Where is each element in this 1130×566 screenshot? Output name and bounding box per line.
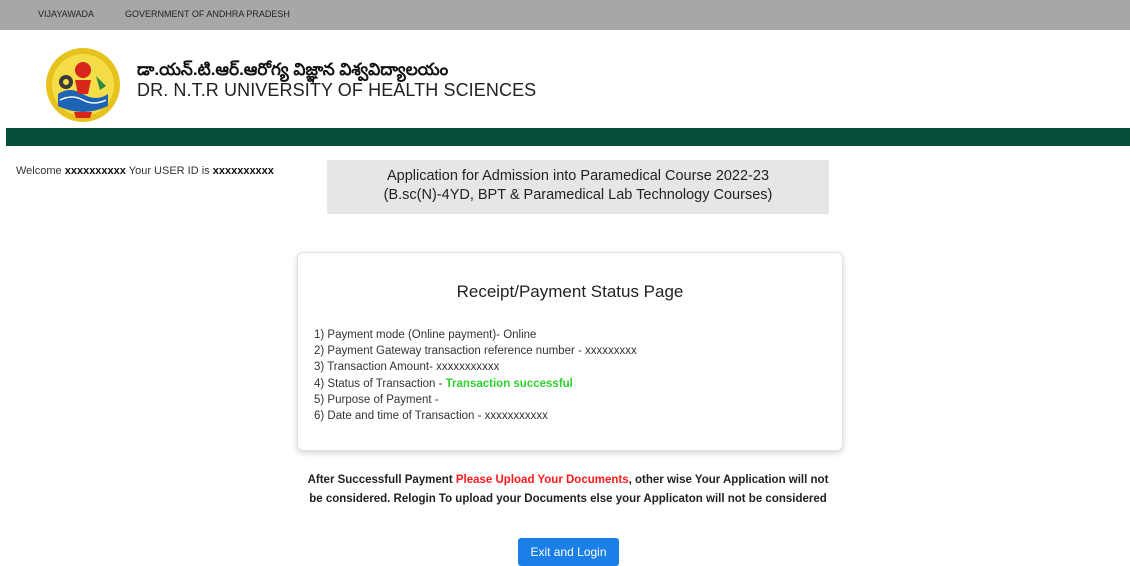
receipt-item-status: 4) Status of Transaction - Transaction s… bbox=[314, 376, 637, 392]
notice-text-before: After Successfull Payment bbox=[307, 474, 456, 486]
welcome-user-name: xxxxxxxxxx bbox=[64, 165, 126, 177]
application-title-box: Application for Admission into Paramedic… bbox=[327, 160, 829, 214]
application-title-line2: (B.sc(N)-4YD, BPT & Paramedical Lab Tech… bbox=[383, 187, 773, 203]
welcome-prefix: Welcome bbox=[16, 165, 62, 177]
notice-highlight: Please Upload Your Documents bbox=[455, 474, 629, 486]
receipt-details-list: 1) Payment mode (Online payment)- Online… bbox=[314, 327, 637, 424]
receipt-item-payment-mode: 1) Payment mode (Online payment)- Online bbox=[314, 329, 537, 341]
receipt-item-purpose: 5) Purpose of Payment - bbox=[314, 393, 439, 406]
welcome-user-id-label: Your USER ID is bbox=[128, 165, 210, 177]
university-name-english: DR. N.T.R UNIVERSITY OF HEALTH SCIENCES bbox=[137, 80, 537, 100]
transaction-status-value: Transaction successful bbox=[445, 377, 573, 390]
receipt-item-reference-number: 2) Payment Gateway transaction reference… bbox=[314, 345, 637, 358]
welcome-user-id: xxxxxxxxxx bbox=[212, 165, 274, 177]
university-logo-icon bbox=[46, 48, 120, 122]
receipt-item-amount: 3) Transaction Amount- xxxxxxxxxxx bbox=[314, 361, 500, 374]
receipt-card: Receipt/Payment Status Page 1) Payment m… bbox=[297, 252, 843, 451]
receipt-status-label: 4) Status of Transaction - bbox=[314, 377, 446, 390]
exit-and-login-button[interactable]: Exit and Login bbox=[518, 538, 619, 566]
receipt-title: Receipt/Payment Status Page bbox=[456, 282, 684, 301]
topbar-government: GOVERNMENT OF ANDHRA PRADESH bbox=[125, 9, 290, 19]
top-bar: VIJAYAWADA GOVERNMENT OF ANDHRA PRADESH bbox=[0, 0, 1130, 30]
application-title-line1: Application for Admission into Paramedic… bbox=[386, 168, 770, 184]
topbar-city: VIJAYAWADA bbox=[38, 9, 95, 19]
upload-documents-notice: After Successfull Payment Please Upload … bbox=[303, 471, 833, 508]
welcome-text: Welcome xxxxxxxxxx Your USER ID is xxxxx… bbox=[16, 165, 274, 177]
receipt-item-datetime: 6) Date and time of Transaction - xxxxxx… bbox=[314, 410, 548, 423]
site-header: డా.యన్.టి.ఆర్.ఆరోగ్య విజ్ఞాన విశ్వవిద్యా… bbox=[0, 30, 1130, 128]
green-divider-bar bbox=[6, 128, 1130, 146]
